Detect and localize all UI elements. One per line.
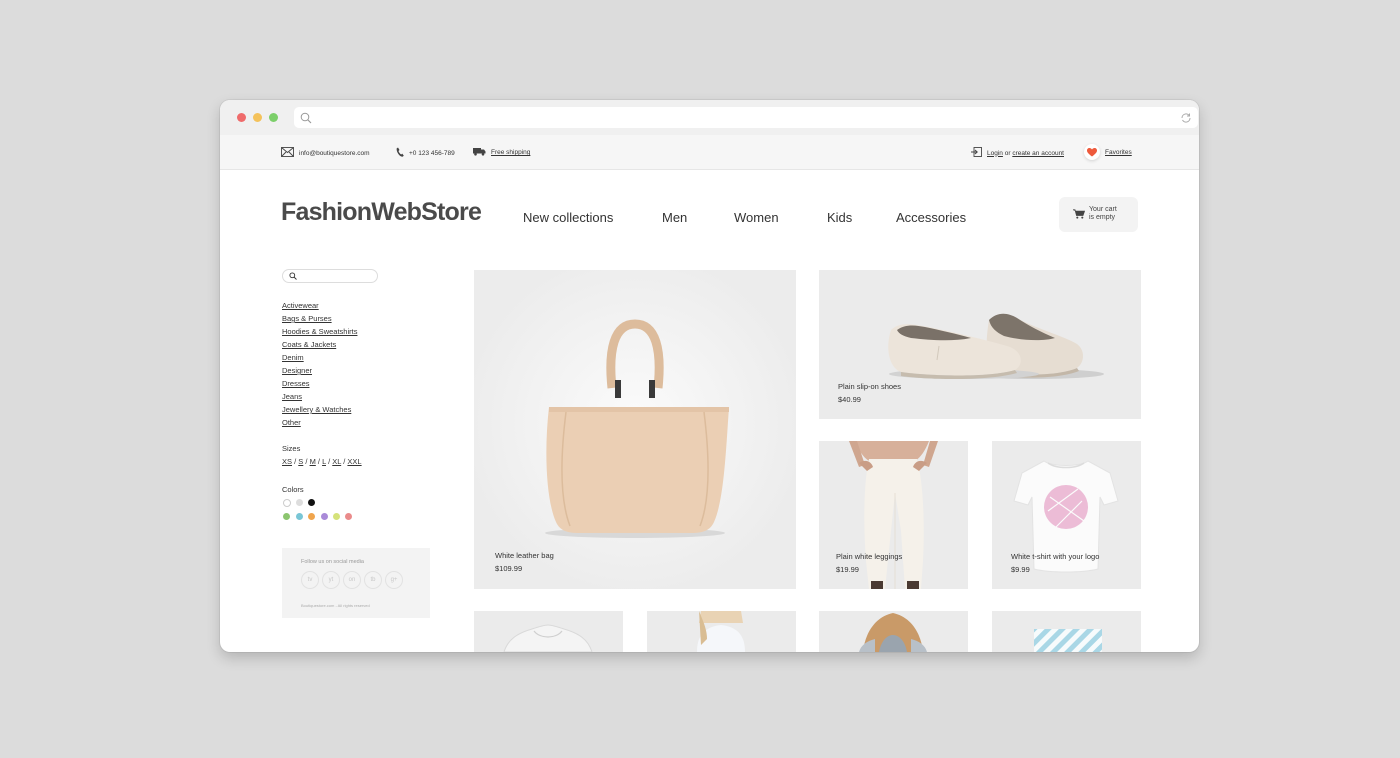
phone-text: +0 123 456-789	[409, 149, 455, 157]
size-xl[interactable]: XL	[332, 457, 341, 466]
color-swatch-green[interactable]	[283, 513, 290, 520]
shipping-text: Free shipping	[491, 149, 531, 156]
social-label: Follow us on social media	[301, 559, 364, 565]
category-hoodies-sweatshirts[interactable]: Hoodies & Sweatshirts	[282, 325, 357, 338]
social-google-plus-icon[interactable]: g+	[385, 571, 403, 589]
favorites-text: Favorites	[1105, 148, 1132, 156]
phone-contact[interactable]: +0 123 456-789	[396, 147, 455, 159]
top-info-bar: info@boutiquestore.com +0 123 456-789 Fr…	[220, 135, 1199, 170]
search-icon	[289, 272, 297, 280]
size-l[interactable]: L	[322, 457, 326, 466]
product-name: Plain white leggings	[836, 552, 903, 561]
sidebar-search-input[interactable]	[282, 269, 378, 283]
color-swatch-purple[interactable]	[321, 513, 328, 520]
nav-men[interactable]: Men	[662, 210, 687, 225]
product-price: $19.99	[836, 565, 859, 574]
browser-window: info@boutiquestore.com +0 123 456-789 Fr…	[220, 100, 1199, 652]
close-window-button[interactable]	[237, 113, 246, 122]
product-card-white-tshirt[interactable]: White t-shirt with your logo $9.99	[992, 441, 1141, 589]
reload-icon[interactable]	[1180, 111, 1192, 129]
color-swatch-lime[interactable]	[333, 513, 340, 520]
category-activewear[interactable]: Activewear	[282, 299, 357, 312]
product-card-partial-top[interactable]	[819, 611, 968, 652]
product-card-slip-on-shoes[interactable]: Plain slip-on shoes $40.99	[819, 270, 1141, 419]
maximize-window-button[interactable]	[269, 113, 278, 122]
product-price: $40.99	[838, 395, 861, 404]
minimize-window-button[interactable]	[253, 113, 262, 122]
size-xs[interactable]: XS	[282, 457, 292, 466]
striped-item-image	[1034, 629, 1102, 652]
cart-status: Your cart is empty	[1089, 206, 1129, 222]
nav-new-collections[interactable]: New collections	[523, 210, 613, 225]
create-account-link[interactable]: create an account	[1012, 150, 1064, 157]
email-text: info@boutiquestore.com	[299, 149, 370, 157]
product-name: White leather bag	[495, 551, 554, 560]
blouse-image	[697, 611, 745, 652]
colors-label: Colors	[282, 485, 304, 494]
search-icon	[300, 111, 312, 129]
product-card-partial-blouse[interactable]	[647, 611, 796, 652]
login-link[interactable]: Login	[987, 150, 1003, 157]
color-swatch-black[interactable]	[308, 499, 315, 506]
color-swatch-pink[interactable]	[345, 513, 352, 520]
size-xxl[interactable]: XXL	[347, 457, 361, 466]
category-denim[interactable]: Denim	[282, 351, 357, 364]
hoodie-image	[503, 624, 593, 652]
category-coats-jackets[interactable]: Coats & Jackets	[282, 338, 357, 351]
favorites-link[interactable]: Favorites	[1084, 144, 1132, 160]
category-jewellery-watches[interactable]: Jewellery & Watches	[282, 403, 357, 416]
product-name: White t-shirt with your logo	[1011, 552, 1100, 561]
cart-status-line1: Your cart	[1089, 206, 1117, 213]
product-card-partial-striped-item[interactable]	[992, 611, 1141, 652]
browser-chrome	[220, 100, 1199, 135]
copyright-text: Boutiquestore.com - All rights reserved	[301, 603, 370, 608]
category-bags-purses[interactable]: Bags & Purses	[282, 312, 357, 325]
color-swatch-white[interactable]	[283, 499, 291, 507]
shipping-info[interactable]: Free shipping	[473, 147, 530, 158]
nav-accessories[interactable]: Accessories	[896, 210, 966, 225]
social-on-icon[interactable]: on	[343, 571, 361, 589]
cart-status-line2: is empty	[1089, 214, 1116, 221]
social-youtube-icon[interactable]: yt	[322, 571, 340, 589]
cart-button[interactable]: Your cart is empty	[1059, 197, 1138, 232]
phone-icon	[396, 147, 404, 159]
product-card-white-leather-bag[interactable]: White leather bag $109.99	[474, 270, 796, 589]
account-links: Login or create an account	[971, 147, 1064, 159]
color-swatch-blue[interactable]	[296, 513, 303, 520]
category-dresses[interactable]: Dresses	[282, 377, 357, 390]
product-name: Plain slip-on shoes	[838, 382, 901, 391]
product-price: $9.99	[1011, 565, 1030, 574]
size-m[interactable]: M	[310, 457, 316, 466]
top-image	[859, 613, 927, 652]
sizes-label: Sizes	[282, 444, 301, 453]
leather-bag-image	[545, 319, 729, 538]
social-tv-icon[interactable]: tv	[301, 571, 319, 589]
nav-women[interactable]: Women	[734, 210, 779, 225]
product-card-white-leggings[interactable]: Plain white leggings $19.99	[819, 441, 968, 589]
truck-icon	[473, 147, 486, 158]
category-jeans[interactable]: Jeans	[282, 390, 357, 403]
social-tumblr-icon[interactable]: tb	[364, 571, 382, 589]
product-card-partial-hoodie[interactable]	[474, 611, 623, 652]
nav-kids[interactable]: Kids	[827, 210, 852, 225]
slip-on-shoes-image	[888, 313, 1104, 380]
email-contact[interactable]: info@boutiquestore.com	[281, 147, 370, 159]
color-swatch-orange[interactable]	[308, 513, 315, 520]
cart-icon	[1073, 209, 1086, 221]
store-logo[interactable]: FashionWebStore	[281, 198, 482, 227]
color-swatch-light-gray[interactable]	[296, 499, 303, 506]
heart-icon	[1084, 144, 1100, 160]
size-filter: XS / S / M / L / XL / XXL	[282, 457, 362, 466]
social-media-box: Follow us on social media tv yt on tb g+…	[282, 548, 430, 618]
size-s[interactable]: S	[298, 457, 303, 466]
category-designer[interactable]: Designer	[282, 364, 357, 377]
mail-icon	[281, 147, 294, 159]
address-bar[interactable]	[294, 107, 1198, 128]
login-icon	[971, 147, 982, 159]
category-other[interactable]: Other	[282, 416, 357, 429]
login-or-text: or	[1004, 149, 1011, 157]
category-list: Activewear Bags & Purses Hoodies & Sweat…	[282, 299, 357, 429]
product-price: $109.99	[495, 564, 523, 573]
